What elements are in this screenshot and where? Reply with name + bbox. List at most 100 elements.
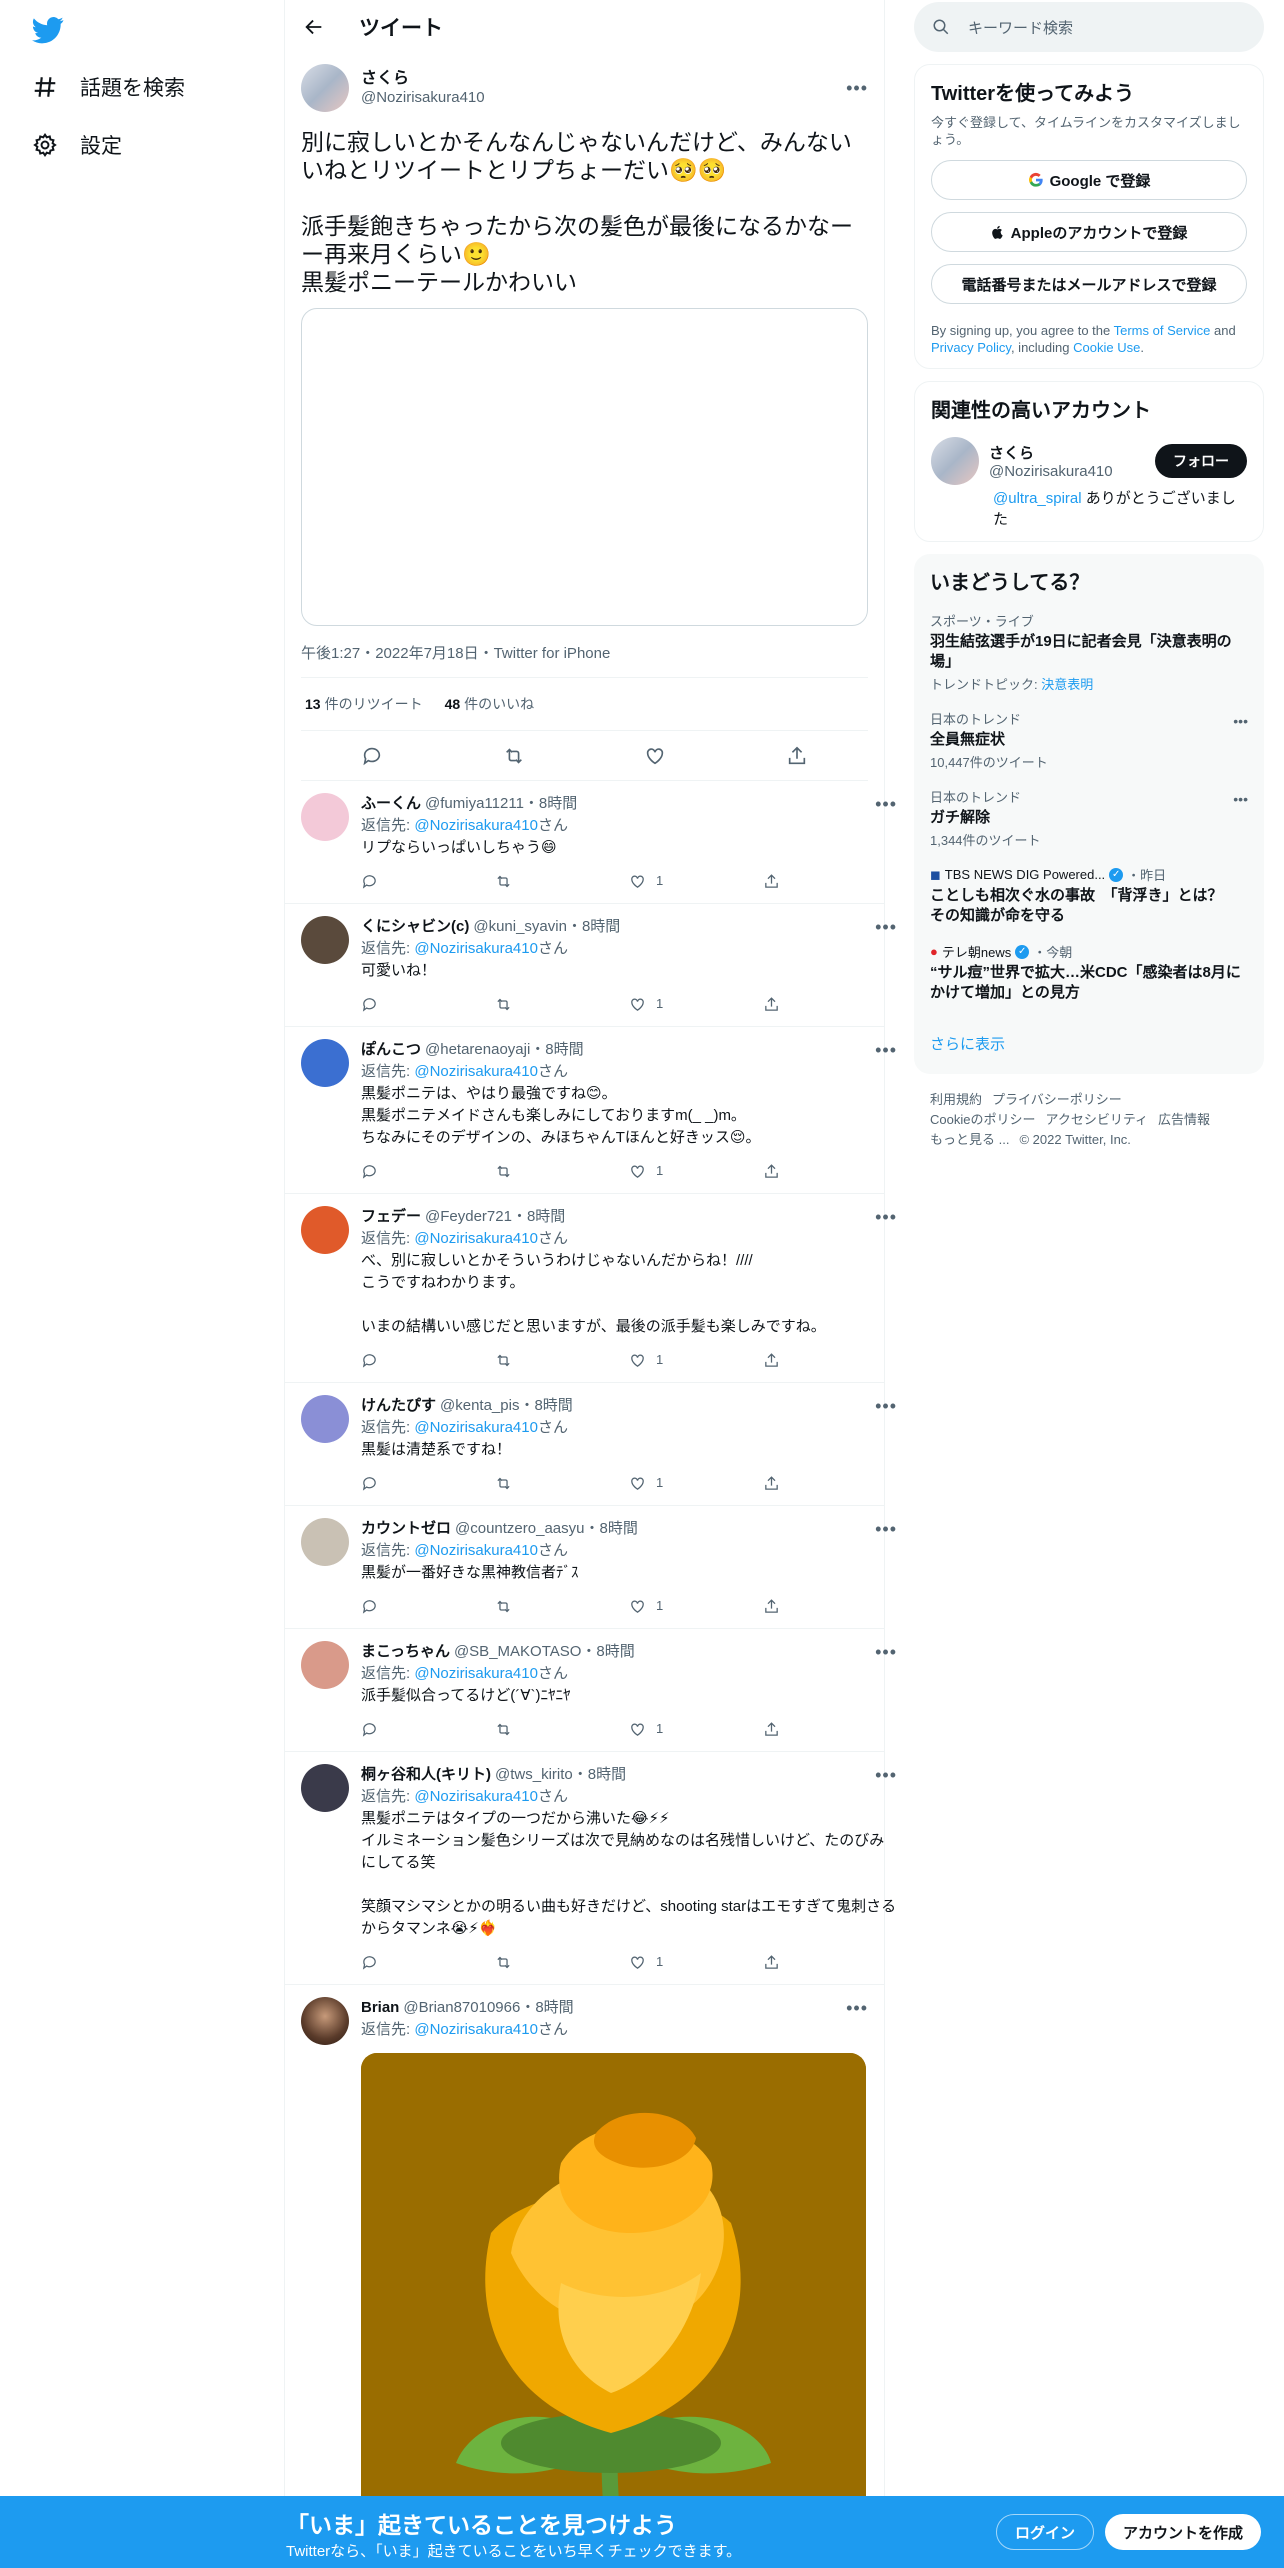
more-icon[interactable]: ••• [846,1997,868,2019]
reply-meta[interactable]: @SB_MAKOTASO・8時間 [454,1641,635,1663]
avatar[interactable] [301,1997,349,2045]
apple-signup-button[interactable]: Appleのアカウントで登録 [931,212,1247,252]
news-item[interactable]: ◼ TBS NEWS DIG Powered... ✓ ・昨日 ことしも相次ぐ水の事故… [930,865,1248,926]
share-button[interactable] [763,1954,897,1971]
reply-meta[interactable]: @kuni_syavin・8時間 [473,916,620,938]
footer-link[interactable]: もっと見る ... [930,1132,1009,1147]
avatar[interactable] [301,1395,349,1443]
like-button[interactable]: 1 [629,1718,763,1740]
phone-email-signup-button[interactable]: 電話番号またはメールアドレスで登録 [931,264,1247,304]
reply-author-name[interactable]: Brian [361,1997,399,2019]
share-button[interactable] [763,1475,897,1492]
trend-item[interactable]: 日本のトレンド 全員無症状 10,447件のツイート ••• [930,709,1248,771]
follow-button[interactable]: フォロー [1155,444,1247,478]
reply-button[interactable] [361,1721,495,1738]
reply-author-name[interactable]: まこっちゃん [361,1641,450,1663]
footer-link[interactable]: 利用規約 [930,1092,982,1107]
more-icon[interactable]: ••• [875,916,897,938]
nav-settings[interactable]: 設定 [32,130,122,160]
reply-item[interactable]: カウントゼロ @countzero_aasyu・8時間 ••• 返信先: @No… [285,1506,896,1629]
privacy-link[interactable]: Privacy Policy [931,340,1011,355]
google-signup-button[interactable]: Google で登録 [931,160,1247,200]
tweet-media[interactable] [301,308,868,626]
reply-author-name[interactable]: ぽんこつ [361,1039,421,1061]
search-input[interactable]: キーワード検索 [914,2,1264,52]
reply-item[interactable]: けんたぴす @kenta_pis・8時間 ••• 返信先: @Nozirisak… [285,1383,896,1506]
like-button[interactable]: 1 [629,1349,763,1371]
reply-icon[interactable] [361,745,383,767]
reply-item[interactable]: くにシャビン(c) @kuni_syavin・8時間 ••• 返信先: @Noz… [285,904,896,1027]
avatar[interactable] [301,793,349,841]
share-button[interactable] [763,1163,897,1180]
reply-author-name[interactable]: 桐ヶ谷和人(キリト) [361,1764,491,1786]
retweet-button[interactable] [495,1352,629,1369]
reply-author-name[interactable]: カウントゼロ [361,1518,451,1540]
signup-button[interactable]: アカウントを作成 [1105,2514,1262,2550]
avatar[interactable] [301,1206,349,1254]
author-handle[interactable]: @Nozirisakura410 [361,89,485,108]
reply-meta[interactable]: @Feyder721・8時間 [425,1206,565,1228]
show-more-link[interactable]: さらに表示 [930,1033,1248,1062]
avatar[interactable] [301,1764,349,1812]
share-button[interactable] [763,1598,897,1615]
login-button[interactable]: ログイン [996,2514,1095,2550]
retweet-button[interactable] [495,1163,629,1180]
footer-link[interactable]: アクセシビリティ [1045,1112,1148,1127]
nav-explore[interactable]: 話題を検索 [32,72,185,102]
share-button[interactable] [763,1721,897,1738]
share-icon[interactable] [786,745,808,767]
related-name[interactable]: さくら [989,442,1113,463]
more-icon[interactable]: ••• [875,1518,897,1540]
avatar[interactable] [301,1518,349,1566]
reply-button[interactable] [361,1163,495,1180]
avatar[interactable] [301,916,349,964]
related-account[interactable]: さくら @Nozirisakura410 フォロー [931,437,1247,485]
reply-item[interactable]: まこっちゃん @SB_MAKOTASO・8時間 ••• 返信先: @Noziri… [285,1629,896,1752]
tweet-timestamp[interactable]: 午後1:27・2022年7月18日・Twitter for iPhone [301,642,868,678]
footer-link[interactable]: プライバシーポリシー [992,1092,1122,1107]
retweet-button[interactable] [495,1954,629,1971]
retweet-button[interactable] [495,1721,629,1738]
heart-icon[interactable] [644,745,666,767]
reply-author-name[interactable]: ふーくん [361,793,421,815]
reply-item[interactable]: ふーくん @fumiya11211・8時間 ••• 返信先: @Nozirisa… [285,781,896,904]
reply-meta[interactable]: @fumiya11211・8時間 [425,793,577,815]
footer-link[interactable]: Cookieのポリシー [930,1112,1035,1127]
like-button[interactable]: 1 [629,1951,763,1973]
back-arrow-icon[interactable] [303,16,325,38]
avatar[interactable] [301,1641,349,1689]
more-icon[interactable]: ••• [875,1039,897,1061]
like-button[interactable]: 1 [629,1160,763,1182]
reply-button[interactable] [361,1475,495,1492]
reply-button[interactable] [361,1954,495,1971]
like-button[interactable]: 1 [629,993,763,1015]
retweet-icon[interactable] [503,745,525,767]
reply-author-name[interactable]: けんたぴす [361,1395,436,1417]
cookie-link[interactable]: Cookie Use [1073,340,1140,355]
reply-item[interactable]: ぽんこつ @hetarenaoyaji・8時間 ••• 返信先: @Noziri… [285,1027,896,1194]
reply-meta[interactable]: @Brian87010966・8時間 [403,1997,573,2019]
share-button[interactable] [763,1352,897,1369]
reply-meta[interactable]: @kenta_pis・8時間 [440,1395,573,1417]
like-button[interactable]: 1 [629,870,763,892]
more-icon[interactable]: ••• [875,1395,897,1417]
like-count[interactable]: 48 件のいいね [445,694,535,714]
reply-button[interactable] [361,1598,495,1615]
reply-image-rose[interactable] [361,2053,866,2568]
terms-link[interactable]: Terms of Service [1114,323,1211,338]
avatar[interactable] [301,1039,349,1087]
share-button[interactable] [763,873,897,890]
reply-item[interactable]: 桐ヶ谷和人(キリト) @tws_kirito・8時間 ••• 返信先: @Noz… [285,1752,896,1985]
avatar[interactable] [301,64,349,112]
reply-item[interactable]: フェデー @Feyder721・8時間 ••• 返信先: @Nozirisaku… [285,1194,896,1383]
reply-meta[interactable]: @hetarenaoyaji・8時間 [425,1039,584,1061]
reply-meta[interactable]: @tws_kirito・8時間 [495,1764,626,1786]
retweet-count[interactable]: 13 件のリツイート [305,694,423,714]
reply-item[interactable]: Brian @Brian87010966・8時間 ••• 返信先: @Nozir… [285,1985,884,2568]
retweet-button[interactable] [495,873,629,890]
retweet-button[interactable] [495,996,629,1013]
more-icon[interactable]: ••• [846,78,868,99]
trend-item[interactable]: 日本のトレンド ガチ解除 1,344件のツイート ••• [930,787,1248,849]
more-icon[interactable]: ••• [1233,713,1248,729]
news-item[interactable]: ● テレ朝news ✓ ・今朝 “サル痘”世界で拡大…米CDC「感染者は8月にかけて増… [930,942,1248,1003]
